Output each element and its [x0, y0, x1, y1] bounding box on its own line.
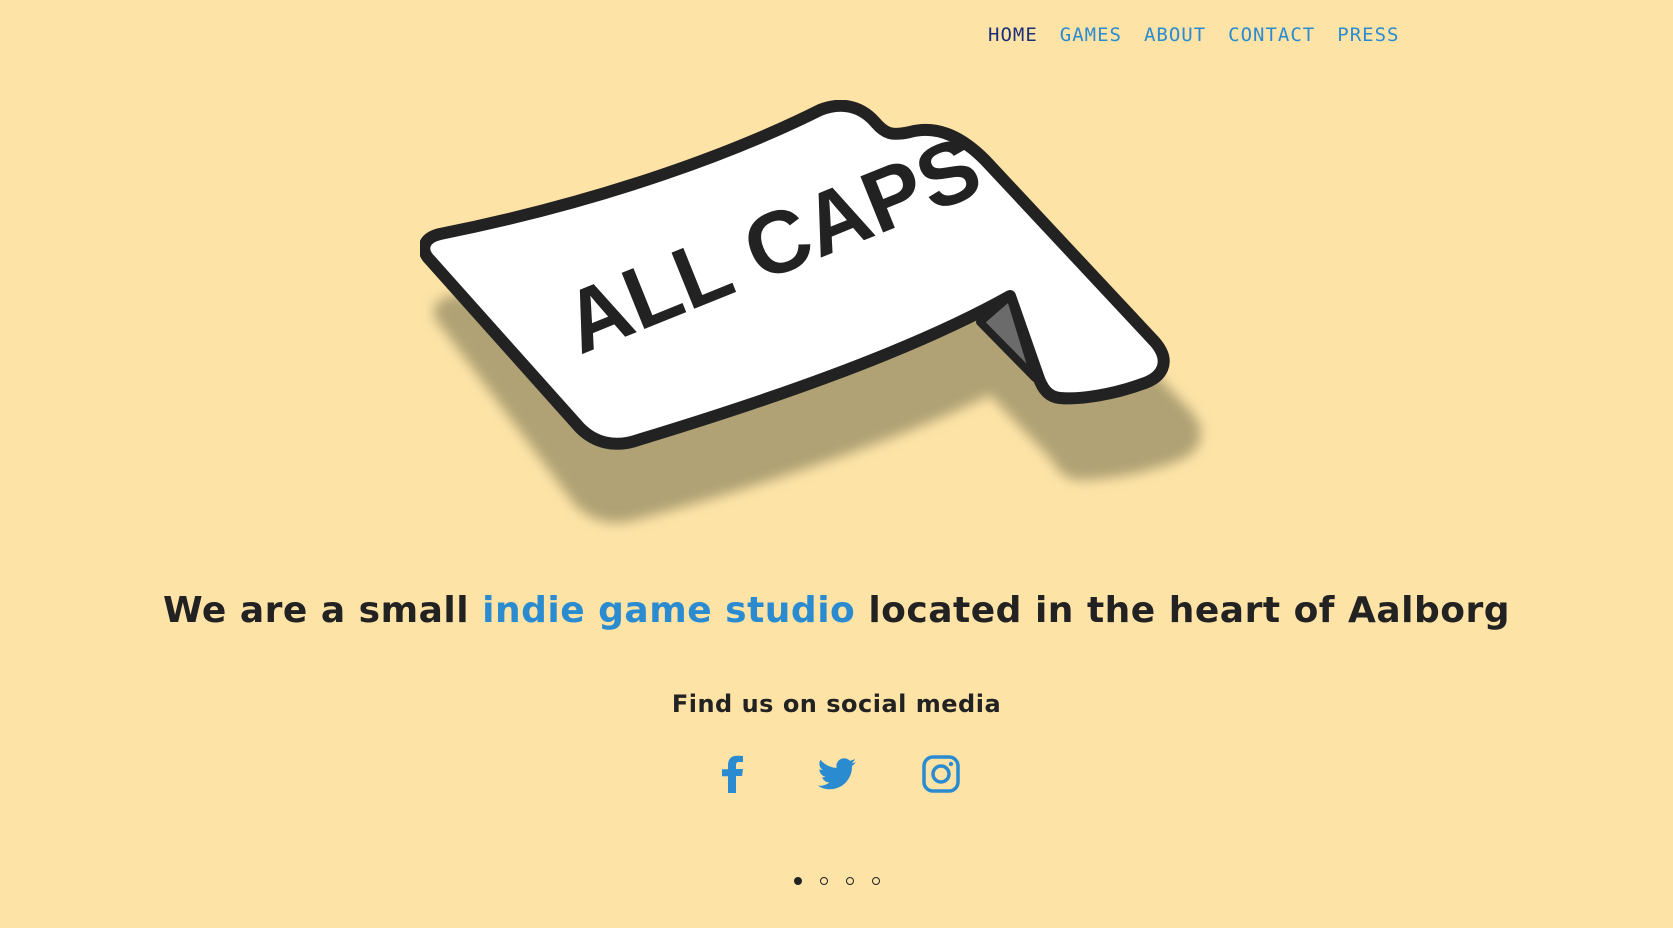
facebook-icon[interactable]: [712, 753, 754, 795]
tagline-highlight: indie game studio: [482, 590, 856, 631]
main-nav: HOME GAMES ABOUT CONTACT PRESS: [988, 24, 1399, 46]
slider-dots: [0, 877, 1673, 885]
hero-tagline: We are a small indie game studio located…: [0, 590, 1673, 631]
tagline-before: We are a small: [162, 590, 483, 631]
slider-dot-1[interactable]: [793, 877, 802, 885]
instagram-icon[interactable]: [920, 753, 962, 795]
slider-dot-4[interactable]: [871, 877, 880, 885]
all-caps-logo: ALL CAPS: [420, 100, 1201, 523]
nav-games[interactable]: GAMES: [1060, 24, 1122, 46]
nav-press[interactable]: PRESS: [1337, 24, 1399, 46]
twitter-icon[interactable]: [816, 753, 858, 795]
nav-contact[interactable]: CONTACT: [1228, 24, 1315, 46]
slider-dot-2[interactable]: [819, 877, 828, 885]
tagline-after: located in the heart of Aalborg: [855, 590, 1511, 631]
social-title: Find us on social media: [671, 690, 1002, 718]
nav-about[interactable]: ABOUT: [1144, 24, 1206, 46]
social-icons: [0, 753, 1673, 795]
nav-home[interactable]: HOME: [988, 24, 1038, 46]
slider-dot-3[interactable]: [845, 877, 854, 885]
